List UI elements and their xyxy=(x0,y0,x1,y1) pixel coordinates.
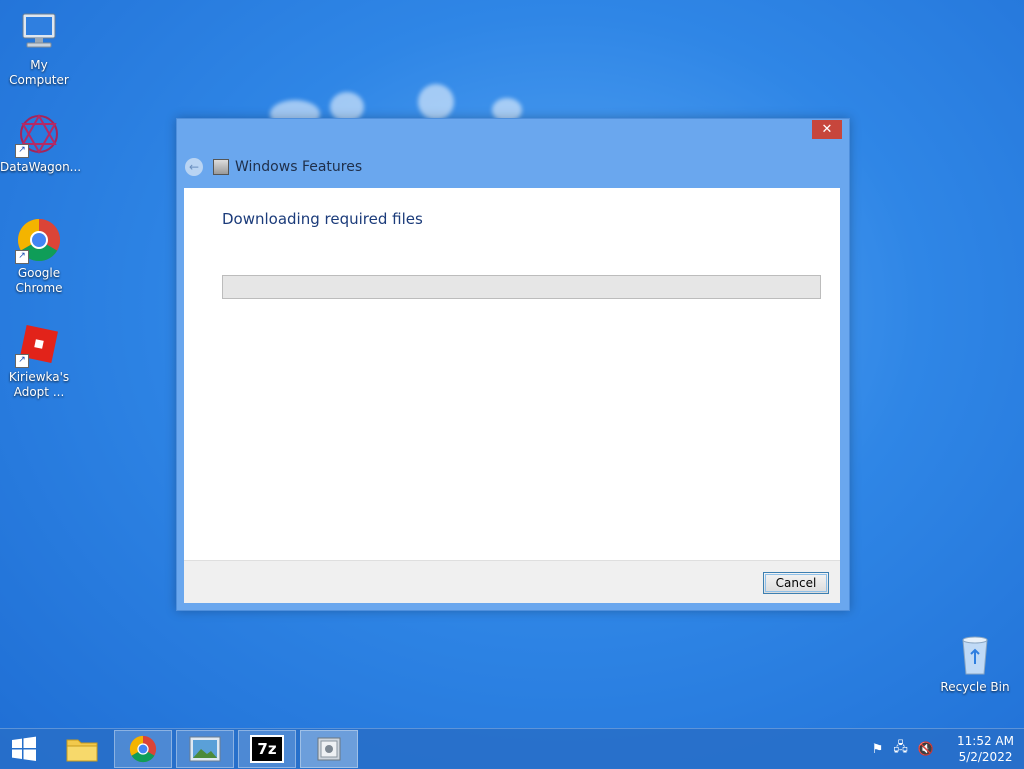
close-button[interactable]: ✕ xyxy=(812,120,842,139)
taskbar: 7z ⚑ 🖧 🔇 11:52 AM 5/2/2022 xyxy=(0,728,1024,769)
desktop-icon-label: Recycle Bin xyxy=(940,680,1010,694)
chrome-icon: ↗ xyxy=(15,216,63,264)
windows-features-icon xyxy=(317,737,341,761)
desktop-icon-google-chrome[interactable]: ↗ Google Chrome xyxy=(0,216,78,296)
desktop-icon-datawagon[interactable]: ↗ DataWagon... xyxy=(0,110,82,175)
clock[interactable]: 11:52 AM 5/2/2022 xyxy=(957,733,1014,765)
desktop-icon-my-computer[interactable]: My Computer xyxy=(0,8,78,88)
desktop-icon-recycle-bin[interactable]: Recycle Bin xyxy=(936,630,1014,695)
7zip-label: 7z xyxy=(257,740,277,758)
7zip-icon: 7z xyxy=(250,735,284,763)
clock-date: 5/2/2022 xyxy=(958,750,1013,764)
taskbar-photos[interactable] xyxy=(176,730,234,768)
progress-bar xyxy=(222,275,821,299)
desktop-icon-label: Kiriewka's Adopt ... xyxy=(8,370,70,399)
chrome-icon xyxy=(129,735,157,763)
shortcut-arrow-icon: ↗ xyxy=(15,250,29,264)
windows-features-icon xyxy=(213,159,229,175)
cancel-button[interactable]: Cancel xyxy=(763,572,829,594)
taskbar-windows-features[interactable] xyxy=(300,730,358,768)
dialog-title: Windows Features xyxy=(235,159,363,175)
back-arrow-icon[interactable]: ← xyxy=(185,158,203,176)
desktop-icon-label: DataWagon... xyxy=(0,160,82,174)
shortcut-arrow-icon: ↗ xyxy=(15,354,29,368)
taskbar-file-explorer[interactable] xyxy=(54,730,110,768)
wallpaper-decoration xyxy=(418,84,454,120)
taskbar-7zip[interactable]: 7z xyxy=(238,730,296,768)
desktop-icon-label: My Computer xyxy=(9,58,69,87)
dialog-titlebar: ← Windows Features xyxy=(185,155,362,179)
volume-muted-icon[interactable]: 🔇 xyxy=(918,742,934,757)
status-heading: Downloading required files xyxy=(222,210,423,228)
computer-icon xyxy=(15,8,63,56)
shortcut-arrow-icon: ↗ xyxy=(15,144,29,158)
file-explorer-icon xyxy=(66,739,98,762)
dialog-footer: Cancel xyxy=(184,560,840,603)
start-button[interactable] xyxy=(0,730,48,768)
datawagon-icon: ↗ xyxy=(15,110,63,158)
action-center-flag-icon[interactable]: ⚑ xyxy=(872,742,884,757)
photos-icon xyxy=(189,736,221,762)
desktop-icon-label: Google Chrome xyxy=(15,266,63,295)
roblox-icon: ↗ xyxy=(15,320,63,368)
windows-features-dialog: ✕ ← Windows Features Downloading require… xyxy=(176,118,850,611)
system-tray: ⚑ 🖧 🔇 11:52 AM 5/2/2022 xyxy=(867,729,1014,769)
network-icon[interactable]: 🖧 xyxy=(893,738,908,760)
desktop-icon-roblox[interactable]: ↗ Kiriewka's Adopt ... xyxy=(0,320,78,400)
clock-time: 11:52 AM xyxy=(957,734,1014,748)
start-icon xyxy=(12,736,36,761)
dialog-content: Downloading required files xyxy=(184,188,840,560)
recycle-bin-icon xyxy=(951,630,999,678)
taskbar-chrome[interactable] xyxy=(114,730,172,768)
